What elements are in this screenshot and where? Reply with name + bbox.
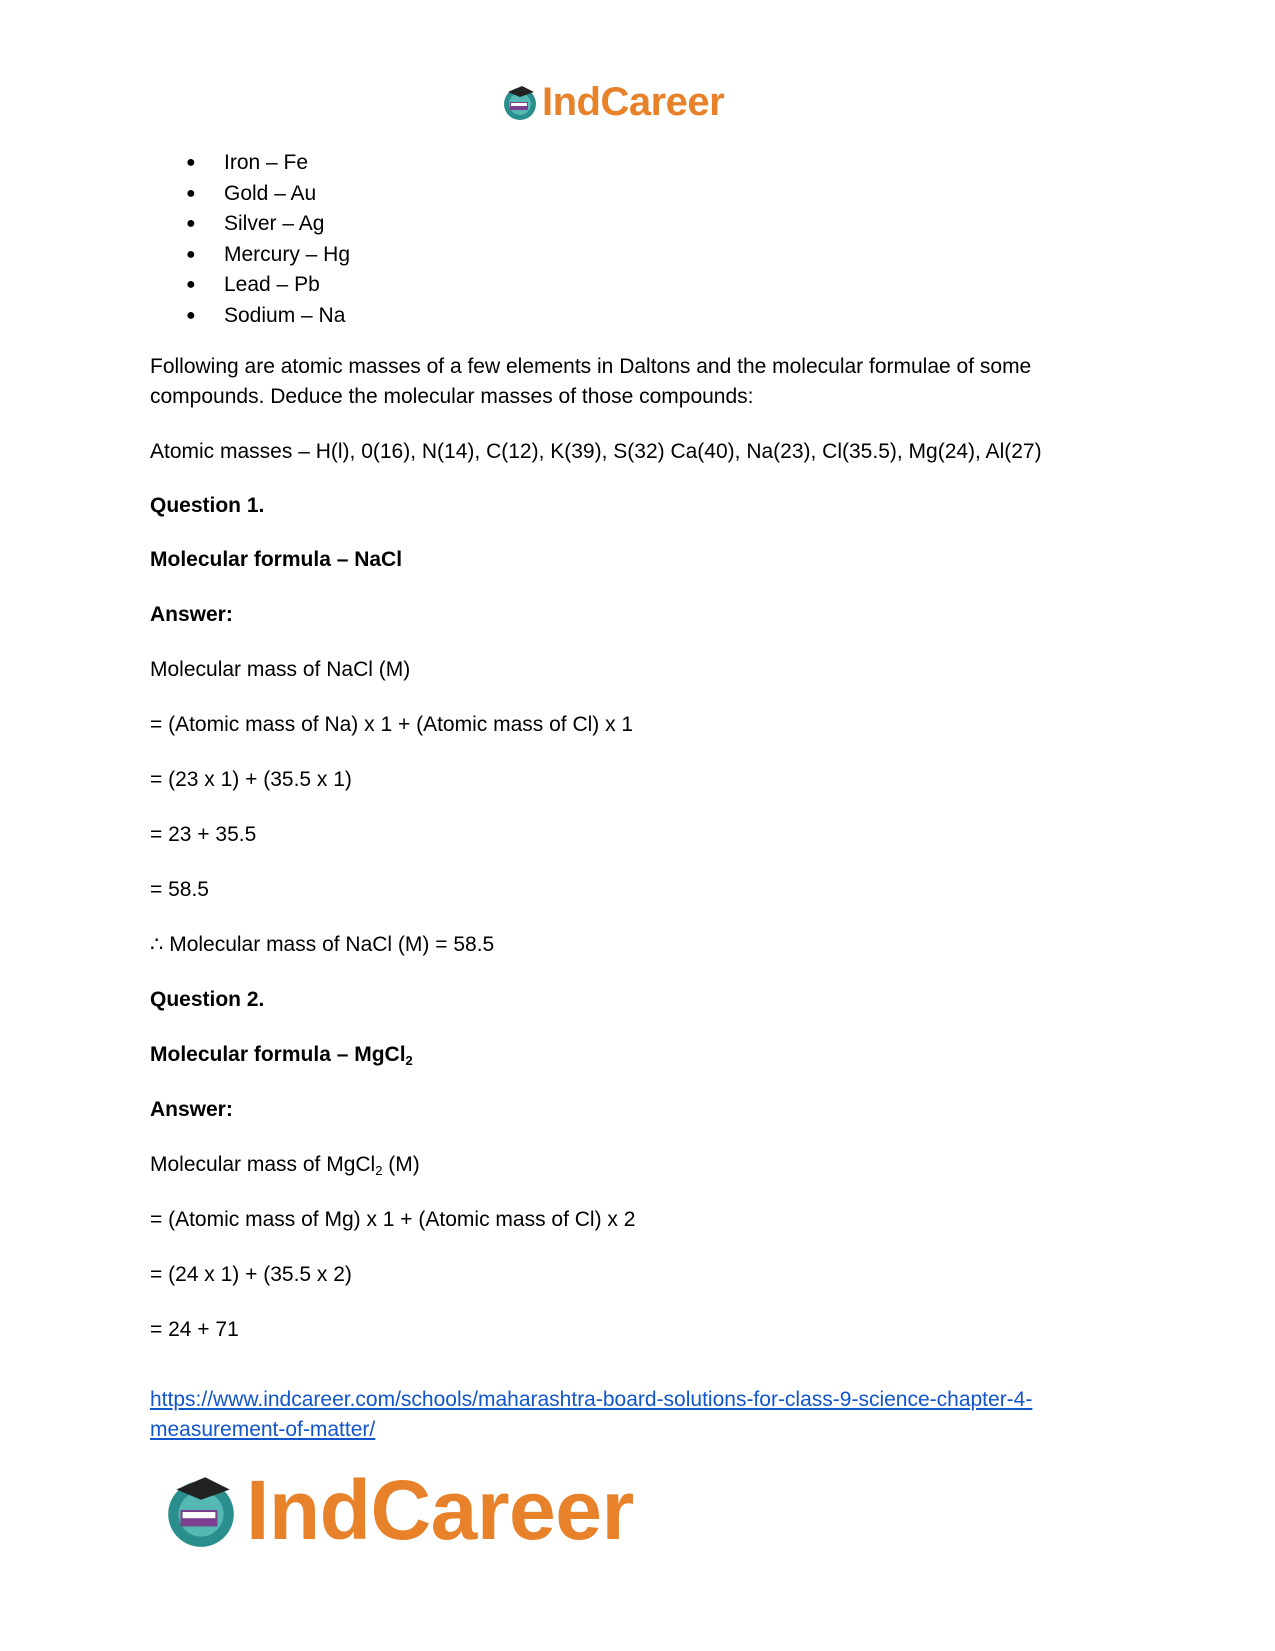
question-2-answer-label: Answer: xyxy=(150,1098,233,1121)
answer-line: = 24 + 71 xyxy=(150,1318,239,1341)
intro-paragraph: Following are atomic masses of a few ele… xyxy=(150,355,1032,408)
logo-text: IndCareer xyxy=(246,1462,634,1557)
question-2-formula: Molecular formula – MgCl2 xyxy=(150,1040,1150,1070)
atomic-masses: Atomic masses – H(l), 0(16), N(14), C(12… xyxy=(150,440,1042,463)
elements-section: Iron – Fe Gold – Au Silver – Ag Mercury … xyxy=(150,148,1150,331)
source-link-line-1[interactable]: https://www.indcareer.com/schools/mahara… xyxy=(150,1388,1032,1411)
list-item: Iron – Fe xyxy=(186,148,1150,179)
list-item: Gold – Au xyxy=(186,179,1150,210)
graduation-globe-icon xyxy=(504,86,536,120)
header-logo: IndCareer xyxy=(500,79,725,124)
answer-line: = (24 x 1) + (35.5 x 2) xyxy=(150,1263,352,1286)
answer-line: = (Atomic mass of Na) x 1 + (Atomic mass… xyxy=(150,713,634,736)
question-1-formula: Molecular formula – NaCl xyxy=(150,548,403,571)
question-1-answer-label: Answer: xyxy=(150,603,233,626)
answer-line: = 23 + 35.5 xyxy=(150,823,257,846)
answer-line: = 58.5 xyxy=(150,878,209,901)
question-2-title: Question 2. xyxy=(150,988,265,1011)
question-1-title: Question 1. xyxy=(150,494,265,517)
formula-subscript: 2 xyxy=(405,1053,413,1068)
answer-line: Molecular mass of MgCl2 (M) xyxy=(150,1150,1150,1180)
formula-text: Molecular formula – MgCl xyxy=(150,1043,406,1066)
answer-line: = (23 x 1) + (35.5 x 1) xyxy=(150,768,352,791)
logo-text: IndCareer xyxy=(542,79,725,124)
footer-logo: IndCareer xyxy=(160,1463,634,1557)
list-item: Silver – Ag xyxy=(186,209,1150,240)
elements-list: Iron – Fe Gold – Au Silver – Ag Mercury … xyxy=(150,148,1150,331)
answer-line: = (Atomic mass of Mg) x 1 + (Atomic mass… xyxy=(150,1208,636,1231)
mass-text: Molecular mass of MgCl xyxy=(150,1153,376,1176)
graduation-globe-icon xyxy=(168,1477,234,1547)
mass-suffix: (M) xyxy=(382,1153,420,1176)
list-item: Mercury – Hg xyxy=(186,240,1150,271)
conclusion-line: ∴ Molecular mass of NaCl (M) = 58.5 xyxy=(150,933,495,956)
answer-line: Molecular mass of NaCl (M) xyxy=(150,658,411,681)
list-item: Lead – Pb xyxy=(186,270,1150,301)
source-link[interactable]: https://www.indcareer.com/schools/mahara… xyxy=(150,1385,1150,1445)
source-link-line-2[interactable]: measurement-of-matter/ xyxy=(150,1418,375,1441)
list-item: Sodium – Na xyxy=(186,301,1150,332)
